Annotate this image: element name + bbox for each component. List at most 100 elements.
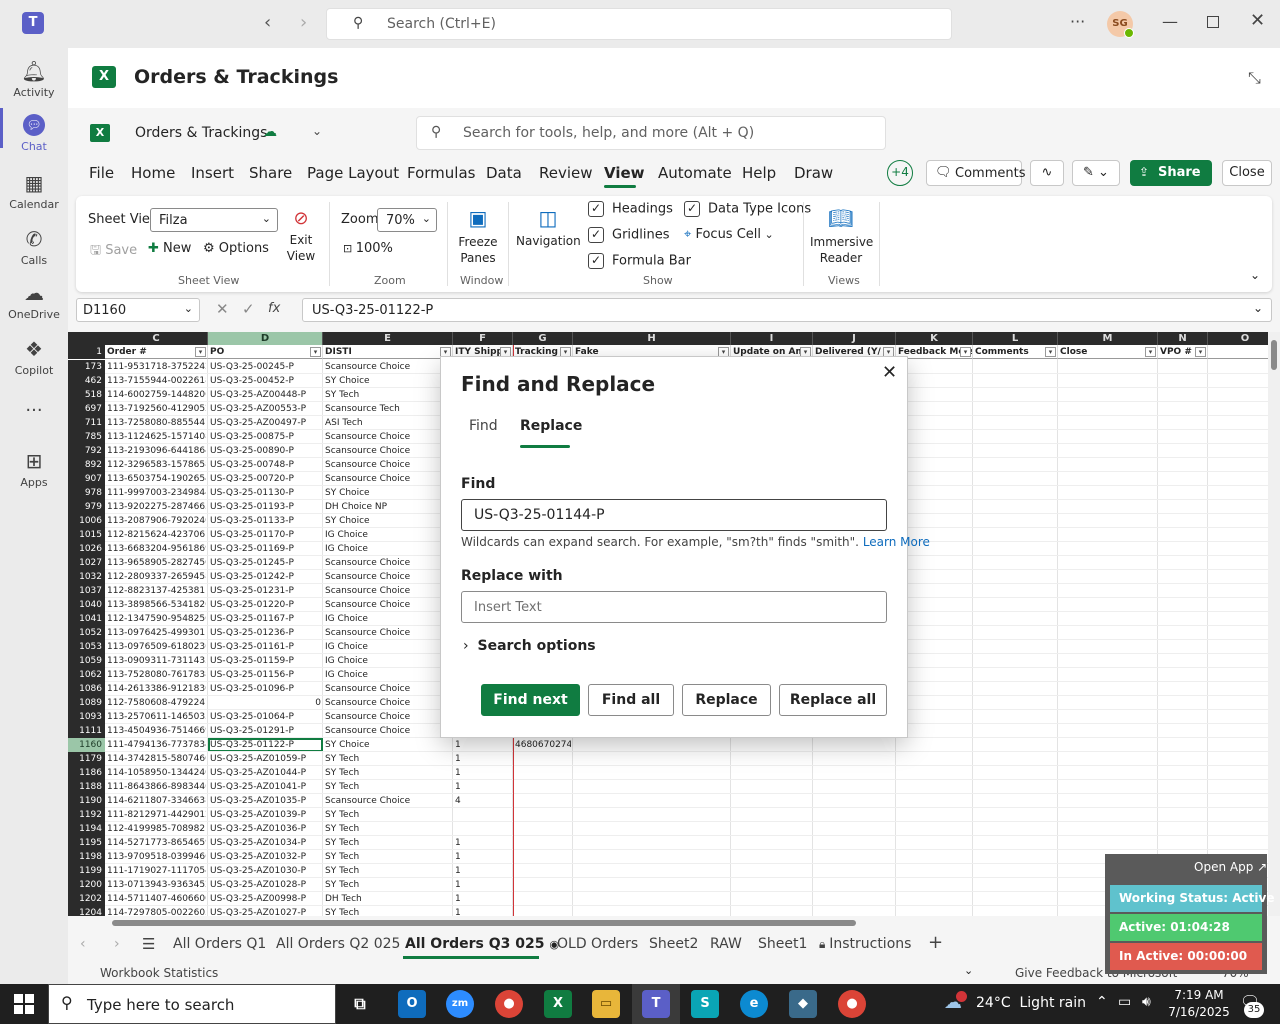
learn-more-link[interactable]: Learn More xyxy=(863,535,930,549)
vertical-scrollbar[interactable] xyxy=(1268,332,1280,916)
rail-chat[interactable]: 💬︎ Chat xyxy=(0,114,68,153)
table-cell[interactable]: 112-8823137-4253811 xyxy=(107,584,206,598)
table-cell[interactable]: 1 xyxy=(455,906,511,916)
table-cell[interactable]: Scansource Choice xyxy=(325,472,451,486)
chrome-icon[interactable]: ● xyxy=(495,990,523,1018)
table-cell[interactable]: 113-7528080-7617838 xyxy=(107,668,206,682)
row-header[interactable]: 1062 xyxy=(68,668,105,682)
table-cell[interactable] xyxy=(515,850,571,864)
rail-copilot[interactable]: ❖ Copilot xyxy=(0,336,68,377)
table-cell[interactable]: Scansource Tech xyxy=(325,402,451,416)
volume-icon[interactable]: 🔊︎ xyxy=(1142,994,1151,1010)
filter-dropdown-icon[interactable]: ▾ xyxy=(500,347,511,357)
insert-function-button[interactable]: fx xyxy=(268,301,280,316)
row-header[interactable]: 1052 xyxy=(68,626,105,640)
table-cell[interactable]: US-Q3-25-AZ01044-P xyxy=(210,766,321,780)
row-header[interactable]: 1202 xyxy=(68,892,105,906)
comments-button[interactable]: 🗨︎ Comments xyxy=(926,160,1025,186)
dialog-close-icon[interactable]: ✕ xyxy=(882,362,897,383)
row-header[interactable]: 979 xyxy=(68,500,105,514)
table-cell[interactable]: Scansource Choice xyxy=(325,794,451,808)
gridlines-checkbox[interactable]: ✓ Gridlines xyxy=(588,227,670,243)
view-options-button[interactable]: ⚙ Options xyxy=(203,241,269,256)
table-cell[interactable]: 113-2570611-1465035 xyxy=(107,710,206,724)
row-header[interactable]: 1040 xyxy=(68,598,105,612)
horizontal-scrollbar[interactable] xyxy=(68,916,1268,930)
tab-share[interactable]: Share xyxy=(249,164,292,182)
navigation-button[interactable]: ◫ Navigation xyxy=(516,206,581,248)
replace-all-button[interactable]: Replace all xyxy=(779,684,887,716)
sheet-tab-q2[interactable]: All Orders Q2 025 xyxy=(276,936,400,952)
row-header[interactable]: 1111 xyxy=(68,724,105,738)
column-filter-header[interactable] xyxy=(1208,345,1268,359)
table-cell[interactable]: ASI Tech xyxy=(325,416,451,430)
sheet-tab-raw[interactable]: RAW xyxy=(710,936,742,952)
row-header[interactable]: 462 xyxy=(68,374,105,388)
table-cell[interactable]: IG Choice xyxy=(325,654,451,668)
freeze-panes-button[interactable]: ▣ Freeze Panes xyxy=(455,206,501,266)
table-cell[interactable]: US-Q3-25-01291-P xyxy=(210,724,321,738)
excel-search-box[interactable]: ⚲ Search for tools, help, and more (Alt … xyxy=(416,116,886,150)
headings-checkbox[interactable]: ✓ Headings xyxy=(588,201,673,217)
tab-draw[interactable]: Draw xyxy=(794,164,833,182)
immersive-reader-button[interactable]: 📖︎ Immersive Reader xyxy=(810,206,873,266)
column-filter-header[interactable]: Close ▾ xyxy=(1058,345,1158,359)
tab-replace[interactable]: Replace xyxy=(520,418,582,434)
filter-dropdown-icon[interactable]: ▾ xyxy=(1195,347,1206,357)
filter-dropdown-icon[interactable]: ▾ xyxy=(195,347,206,357)
table-cell[interactable]: US-Q3-25-AZ00497-P xyxy=(210,416,321,430)
table-cell[interactable]: 114-2613386-9121830 xyxy=(107,682,206,696)
table-cell[interactable]: Scansource Choice xyxy=(325,458,451,472)
tab-insert[interactable]: Insert xyxy=(191,164,234,182)
sheet-view-select[interactable]: Filza ⌄ xyxy=(150,208,278,232)
table-cell[interactable]: Scansource Choice xyxy=(325,710,451,724)
all-sheets-icon[interactable]: ☰ xyxy=(142,935,155,953)
zoom-100-button[interactable]: ⊡ 100% xyxy=(343,241,393,256)
filter-dropdown-icon[interactable]: ▾ xyxy=(960,347,971,357)
table-cell[interactable]: 113-1124625-1571408 xyxy=(107,430,206,444)
column-filter-header[interactable]: Feedback Messa ▾ xyxy=(896,345,973,359)
row-header[interactable]: 1188 xyxy=(68,780,105,794)
table-cell[interactable]: 111-8643866-8983446 xyxy=(107,780,206,794)
tab-help[interactable]: Help xyxy=(742,164,776,182)
table-cell[interactable]: IG Choice xyxy=(325,542,451,556)
table-cell[interactable]: US-Q3-25-01064-P xyxy=(210,710,321,724)
row-header[interactable]: 1194 xyxy=(68,822,105,836)
task-view-icon[interactable]: ⧉ xyxy=(346,990,374,1018)
table-cell[interactable] xyxy=(515,752,571,766)
filter-dropdown-icon[interactable]: ▾ xyxy=(1045,347,1056,357)
row-header[interactable]: 1053 xyxy=(68,640,105,654)
table-cell[interactable]: SY Tech xyxy=(325,836,451,850)
file-explorer-icon[interactable]: ▭ xyxy=(592,990,620,1018)
table-cell[interactable] xyxy=(515,794,571,808)
table-cell[interactable]: US-Q3-25-00452-P xyxy=(210,374,321,388)
chrome-profile-icon[interactable]: ● xyxy=(838,990,866,1018)
rail-calendar[interactable]: ▦ Calendar xyxy=(0,170,68,211)
column-filter-header[interactable]: PO ▾ xyxy=(208,345,323,359)
table-cell[interactable]: 113-4504936-7514669 xyxy=(107,724,206,738)
share-button[interactable]: ⇪ Share xyxy=(1130,160,1212,186)
table-cell[interactable]: 113-0976509-6180236 xyxy=(107,640,206,654)
table-cell[interactable]: 112-2809337-2659458 xyxy=(107,570,206,584)
table-cell[interactable]: US-Q3-25-AZ01030-P xyxy=(210,864,321,878)
column-header-i[interactable]: I xyxy=(731,332,813,345)
windows-start-icon[interactable] xyxy=(14,994,34,1014)
filter-dropdown-icon[interactable]: ▾ xyxy=(310,347,321,357)
rail-more[interactable]: ··· xyxy=(0,400,68,421)
table-cell[interactable]: US-Q3-25-00245-P xyxy=(210,360,321,374)
exit-view-button[interactable]: ⊘ Exit View xyxy=(284,208,318,264)
table-cell[interactable]: US-Q3-25-00890-P xyxy=(210,444,321,458)
table-cell[interactable] xyxy=(515,906,571,916)
table-cell[interactable]: US-Q3-25-01156-P xyxy=(210,668,321,682)
ribbon-expand-icon[interactable]: ⌄ xyxy=(1250,268,1260,282)
table-cell[interactable]: 1 xyxy=(455,850,511,864)
collapse-icon[interactable]: ⤡ xyxy=(1248,68,1261,88)
add-sheet-icon[interactable]: + xyxy=(928,932,943,953)
formula-input[interactable]: US-Q3-25-01122-P ⌄ xyxy=(302,298,1272,322)
name-box[interactable]: D1160 ⌄ xyxy=(76,298,200,322)
prev-sheet-icon[interactable]: ‹ xyxy=(80,936,86,952)
row-header[interactable]: 1086 xyxy=(68,682,105,696)
table-cell[interactable]: 113-2193096-6441864 xyxy=(107,444,206,458)
rail-calls[interactable]: ✆ Calls xyxy=(0,226,68,267)
table-cell[interactable]: 113-0909311-7311433 xyxy=(107,654,206,668)
